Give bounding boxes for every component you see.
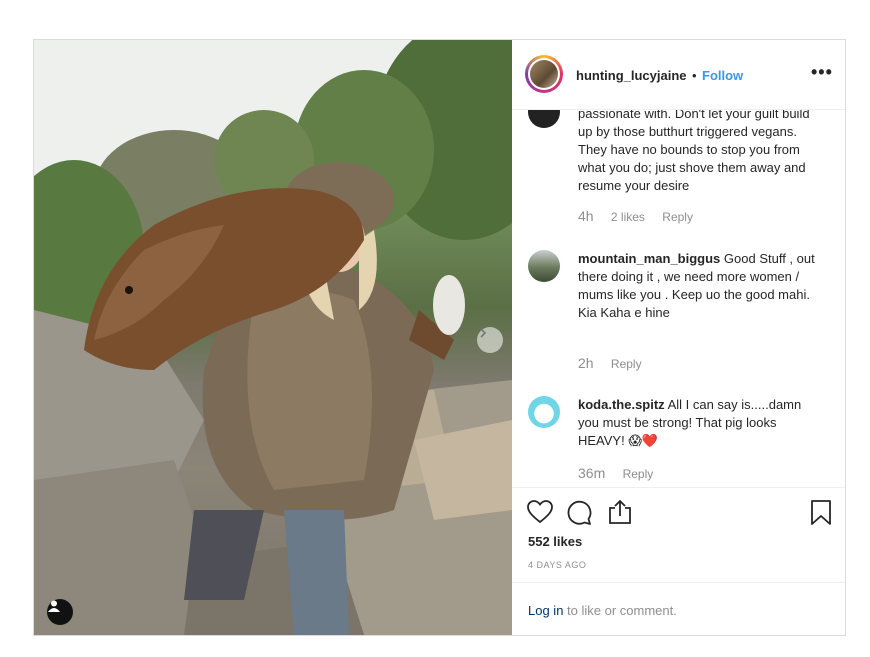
share-icon[interactable] <box>608 499 632 525</box>
comment-meta: 4h 2 likes Reply <box>578 208 707 224</box>
post-actions: 552 likes 4 DAYS AGO <box>512 487 845 582</box>
avatar[interactable] <box>525 55 563 93</box>
post-sidebar: hunting_lucyjaine • Follow ••• passionat… <box>512 40 845 635</box>
bookmark-icon[interactable] <box>810 500 832 525</box>
comments-list: passionate with. Don't let your guilt bu… <box>512 110 845 487</box>
comment-meta: 36m Reply <box>578 465 667 481</box>
user-icon <box>48 600 60 612</box>
reply-button[interactable]: Reply <box>611 357 642 371</box>
reply-button[interactable]: Reply <box>623 467 654 481</box>
chevron-right-icon <box>480 328 487 338</box>
comment-text: passionate with. Don't let your guilt bu… <box>578 110 810 193</box>
login-prompt-text: to like or comment. <box>563 603 677 618</box>
comment-username[interactable]: koda.the.spitz <box>578 397 665 412</box>
comment-avatar[interactable] <box>528 396 560 428</box>
likes-count[interactable]: 552 likes <box>528 534 582 549</box>
tagged-users-button[interactable] <box>47 599 73 625</box>
post-username[interactable]: hunting_lucyjaine <box>576 68 687 83</box>
more-options-icon[interactable]: ••• <box>811 62 833 83</box>
follow-button[interactable]: Follow <box>702 68 743 83</box>
comment-time[interactable]: 2h <box>578 355 594 371</box>
separator-dot: • <box>692 68 697 83</box>
photo-illustration <box>34 40 512 635</box>
comment-body: koda.the.spitz All I can say is.....damn… <box>578 396 818 450</box>
next-photo-button[interactable] <box>477 327 503 353</box>
comment-likes[interactable]: 2 likes <box>611 210 645 224</box>
post-photo[interactable] <box>34 40 512 635</box>
comment-time[interactable]: 4h <box>578 208 594 224</box>
comment-meta: 2h Reply <box>578 355 656 371</box>
comment-username[interactable]: mountain_man_biggus <box>578 251 720 266</box>
comment-body: mountain_man_biggus Good Stuff , out the… <box>578 250 818 322</box>
post-date: 4 DAYS AGO <box>528 560 587 570</box>
comment-time[interactable]: 36m <box>578 465 605 481</box>
instagram-post: hunting_lucyjaine • Follow ••• passionat… <box>33 39 846 636</box>
login-prompt: Log in to like or comment. <box>512 582 845 635</box>
post-header: hunting_lucyjaine • Follow ••• <box>512 40 845 110</box>
comment-avatar[interactable] <box>528 250 560 282</box>
login-link[interactable]: Log in <box>528 603 563 618</box>
heart-icon[interactable] <box>527 500 553 524</box>
comment-avatar[interactable] <box>528 110 560 128</box>
reply-button[interactable]: Reply <box>662 210 693 224</box>
comment-text-line2: Kia Kaha e hine <box>578 305 670 320</box>
comment-icon[interactable] <box>567 500 593 526</box>
